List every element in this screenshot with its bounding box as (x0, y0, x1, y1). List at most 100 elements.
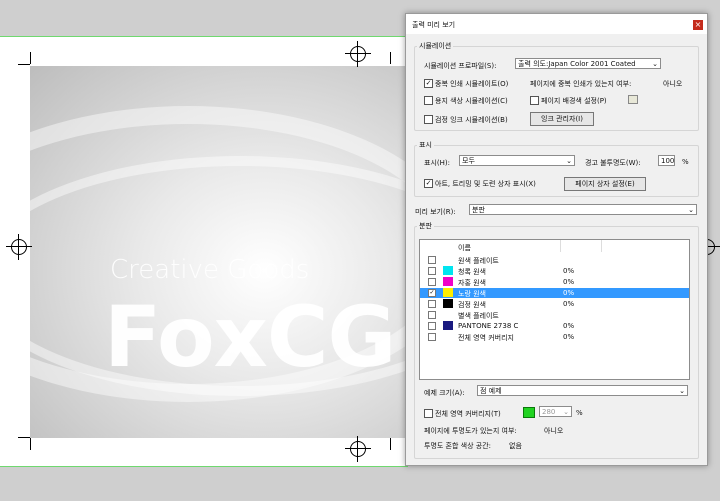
overprint-checkbox[interactable]: ✓ (424, 79, 433, 88)
registration-mark (6, 234, 32, 260)
separation-row[interactable]: 별색 플레이트 (420, 310, 689, 320)
separation-percent: 0% (563, 267, 575, 275)
page-bg-checkbox[interactable] (530, 96, 539, 105)
page-overprint-label: 페이지에 중복 인쇄가 있는지 여부: (530, 80, 632, 88)
separations-legend: 분판 (419, 222, 432, 230)
simulation-legend: 시뮬레이션 (419, 42, 452, 50)
crop-mark (390, 438, 391, 450)
registration-mark (345, 41, 371, 67)
separation-name: 검정 원색 (458, 301, 486, 309)
warning-opacity-label: 경고 불투명도(W): (585, 159, 641, 167)
sample-size-value: 점 예제 (480, 387, 502, 395)
paper-color-label: 용지 색상 시뮬레이션(C) (435, 97, 508, 105)
profile-value: 출력 의도:Japan Color 2001 Coated (518, 60, 636, 68)
separation-checkbox[interactable] (428, 333, 436, 341)
show-boxes-label: 아트, 트리밍 및 도련 상자 표시(X) (435, 180, 536, 188)
artwork-tagline: Creative Goods (110, 255, 310, 285)
chevron-down-icon: ⌄ (563, 408, 569, 416)
separation-row[interactable]: 청록 원색 0% (420, 266, 689, 276)
separation-checkbox[interactable] (428, 311, 436, 319)
chevron-down-icon: ⌄ (679, 387, 685, 395)
separation-row[interactable]: 자홍 원색 0% (420, 277, 689, 287)
show-label: 표시(H): (424, 159, 450, 167)
separation-row[interactable]: 검정 원색 0% (420, 299, 689, 309)
ink-color-swatch (443, 299, 453, 308)
separation-checkbox[interactable] (428, 256, 436, 264)
output-preview-dialog: 출력 미리 보기 × 시뮬레이션 시뮬레이션 프로파일(S): 출력 의도:Ja… (405, 13, 708, 466)
paper-color-checkbox[interactable] (424, 96, 433, 105)
chevron-down-icon: ⌄ (566, 157, 572, 165)
page-box-settings-button[interactable]: 페이지 상자 설정(E) (564, 177, 646, 191)
coverage-color-swatch[interactable] (523, 407, 535, 418)
page-bg-color-swatch[interactable] (628, 95, 638, 104)
crop-mark (18, 64, 30, 65)
ink-color-swatch (443, 288, 453, 297)
separation-checkbox[interactable] (428, 322, 436, 330)
crop-mark (18, 437, 30, 438)
separation-name: 전체 영역 커버리지 (458, 334, 514, 342)
separation-row[interactable]: 원색 플레이트 (420, 255, 689, 265)
coverage-value-select[interactable]: 280 ⌄ (539, 406, 572, 417)
separation-name: 별색 플레이트 (458, 312, 499, 320)
page-overprint-value: 아니오 (663, 80, 683, 88)
separation-checkbox[interactable] (428, 300, 436, 308)
ink-color-swatch (443, 321, 453, 330)
separation-checkbox[interactable] (428, 267, 436, 275)
blend-space-label: 투명도 혼합 색상 공간: (424, 442, 491, 450)
coverage-unit: % (576, 409, 583, 417)
page-bg-label: 페이지 배경색 설정(P) (541, 97, 607, 105)
separation-row[interactable]: 전체 영역 커버리지 0% (420, 332, 689, 342)
chevron-down-icon: ⌄ (688, 206, 694, 214)
total-coverage-label: 전체 영역 커버리지(T) (435, 410, 501, 418)
column-divider (560, 240, 561, 252)
transparency-value: 아니오 (544, 427, 564, 435)
column-divider (601, 240, 602, 252)
crop-mark (390, 52, 391, 64)
artwork: Creative Goods FoxCG (30, 66, 408, 438)
ink-color-swatch (443, 266, 453, 275)
blend-space-value: 없음 (509, 442, 522, 450)
total-coverage-checkbox[interactable] (424, 409, 433, 418)
dialog-titlebar[interactable]: 출력 미리 보기 × (406, 14, 707, 34)
separation-checkbox[interactable] (428, 278, 436, 286)
black-ink-label: 검정 잉크 시뮬레이션(B) (435, 116, 508, 124)
separation-percent: 0% (563, 300, 575, 308)
ink-color-swatch (443, 277, 453, 286)
transparency-label: 페이지에 투명도가 있는지 여부: (424, 427, 517, 435)
ink-manager-button[interactable]: 잉크 관리자(I) (530, 112, 594, 126)
dialog-title: 출력 미리 보기 (412, 21, 456, 29)
separation-name: PANTONE 2738 C (458, 322, 519, 330)
column-header-name: 이름 (458, 244, 471, 252)
separation-name: 원색 플레이트 (458, 257, 499, 265)
warning-opacity-input[interactable]: 100 (658, 155, 675, 166)
separation-percent: 0% (563, 322, 575, 330)
sample-size-select[interactable]: 점 예제 ⌄ (477, 385, 688, 396)
coverage-value: 280 (542, 408, 556, 416)
separation-name: 청록 원색 (458, 268, 486, 276)
separations-list[interactable]: 이름 원색 플레이트 청록 원색 0% 자홍 원색 0% ✓ 노랑 원색 0% 검정 원색 0% 별… (419, 239, 690, 380)
black-ink-checkbox[interactable] (424, 115, 433, 124)
preview-label: 미리 보기(R): (415, 208, 456, 216)
profile-select[interactable]: 출력 의도:Japan Color 2001 Coated ⌄ (515, 58, 661, 69)
preview-value: 분판 (472, 206, 485, 214)
separation-checkbox[interactable]: ✓ (428, 289, 436, 297)
separation-percent: 0% (563, 333, 575, 341)
document-page: Creative Goods FoxCG (0, 36, 408, 467)
artwork-logo-text: FoxCG (104, 288, 396, 386)
show-value: 모두 (462, 157, 475, 165)
separation-row[interactable]: ✓ 노랑 원색 0% (420, 288, 689, 298)
separation-row[interactable]: PANTONE 2738 C 0% (420, 321, 689, 331)
overprint-label: 중복 인쇄 시뮬레이트(O) (435, 80, 509, 88)
crop-mark (30, 52, 31, 64)
close-button[interactable]: × (693, 20, 703, 30)
separation-percent: 0% (563, 289, 575, 297)
separation-name: 노랑 원색 (458, 290, 486, 298)
chevron-down-icon: ⌄ (652, 60, 658, 68)
show-select[interactable]: 모두 ⌄ (459, 155, 575, 166)
warning-opacity-unit: % (682, 158, 689, 166)
preview-select[interactable]: 분판 ⌄ (469, 204, 697, 215)
sample-size-label: 예제 크기(A): (424, 389, 465, 397)
show-boxes-checkbox[interactable]: ✓ (424, 179, 433, 188)
profile-label: 시뮬레이션 프로파일(S): (424, 62, 497, 70)
separation-percent: 0% (563, 278, 575, 286)
